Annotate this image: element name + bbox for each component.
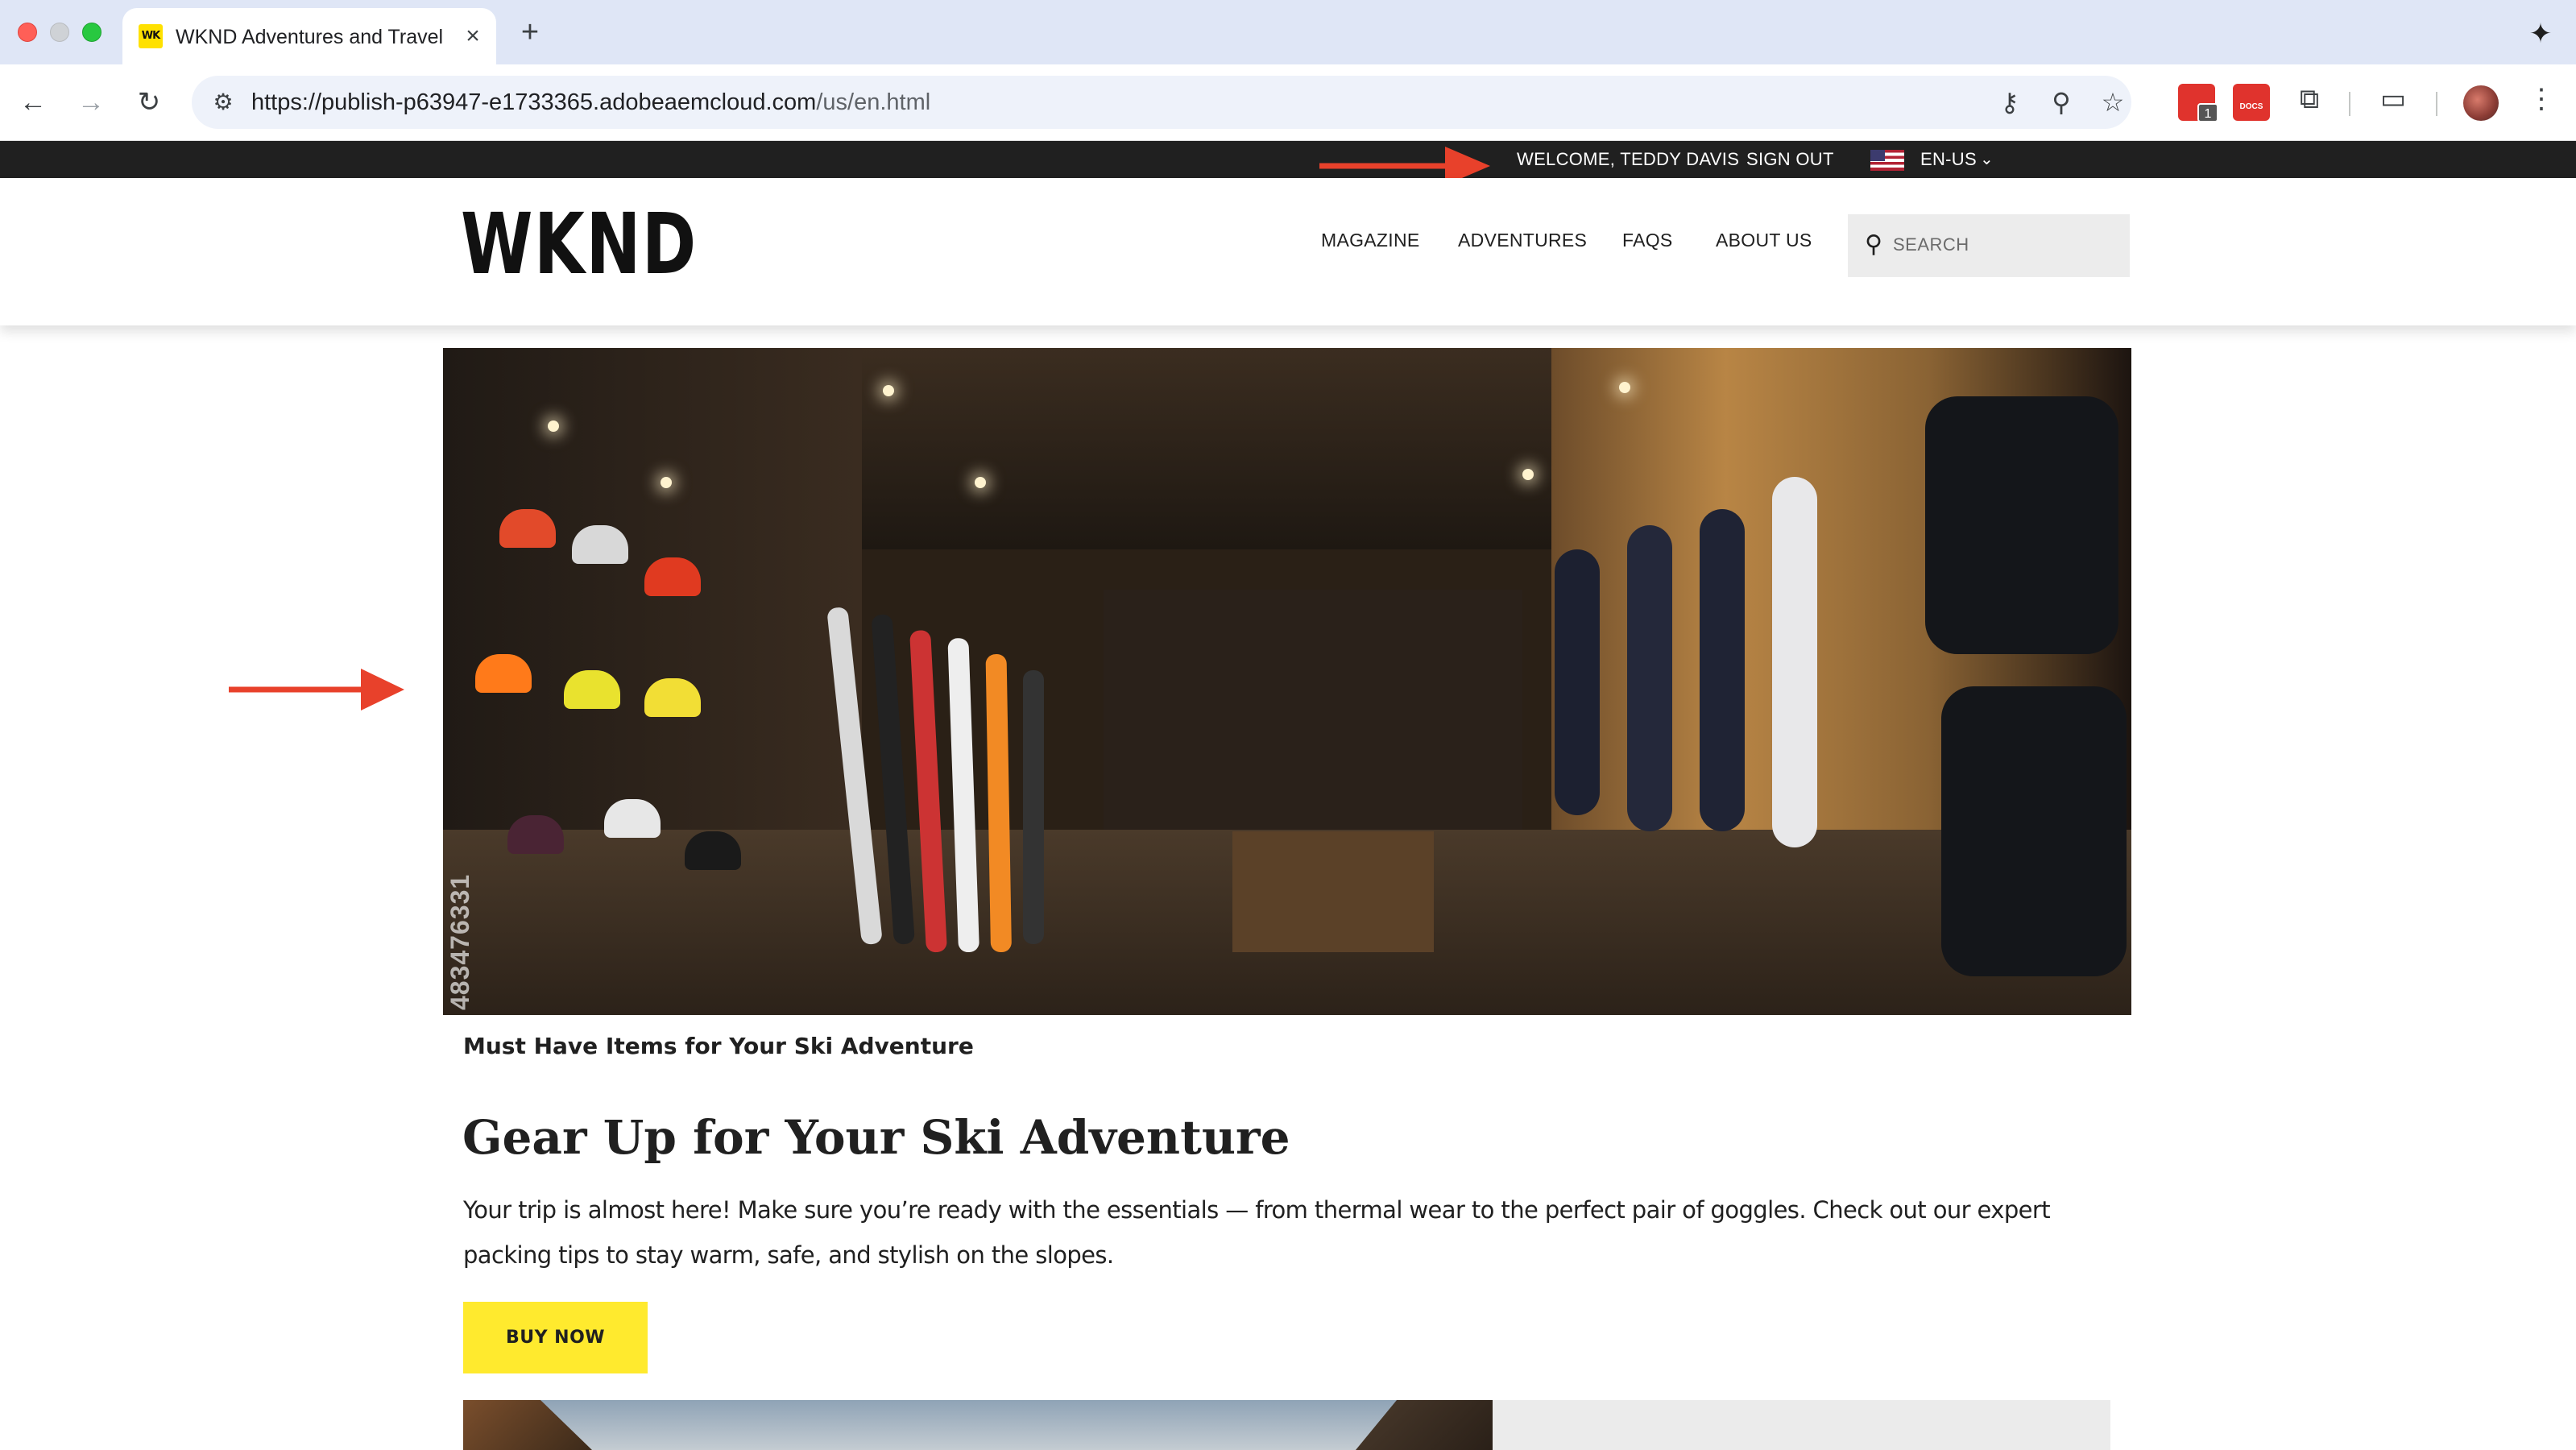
teaser-rock [463, 1400, 592, 1450]
hero-back-wall [1104, 590, 1522, 831]
search-box[interactable]: ⚲ [1848, 214, 2130, 277]
tab-title: WKND Adventures and Travel [176, 26, 444, 48]
us-flag-icon [1870, 150, 1904, 171]
welcome-user-link[interactable]: WELCOME, TEDDY DAVIS [1517, 141, 1739, 178]
hero-snowboard [1627, 525, 1672, 831]
hero-snowboard [1772, 477, 1817, 847]
hero-light [1619, 382, 1630, 393]
hero-snowboard [1700, 509, 1745, 831]
hero-helmet [604, 799, 661, 838]
article-description: Your trip is almost here! Make sure you’… [463, 1196, 2051, 1269]
nav-item-about-us[interactable]: ABOUT US [1716, 230, 1812, 251]
hero-counter [1232, 831, 1434, 952]
browser-menu-icon[interactable]: ⋮ [2521, 79, 2562, 119]
reload-icon[interactable]: ↻ [129, 82, 169, 122]
bookmark-star-icon[interactable]: ☆ [2093, 82, 2133, 122]
window-zoom-button[interactable] [82, 23, 101, 42]
hero-helmet [644, 557, 701, 596]
nav-item-magazine[interactable]: MAGAZINE [1321, 230, 1420, 251]
address-bar[interactable]: ⚙ https://publish-p63947-e1733365.adobea… [192, 76, 2131, 129]
hero-helmet [685, 831, 741, 870]
toolbar-divider [2349, 92, 2350, 116]
url-text[interactable]: https://publish-p63947-e1733365.adobeaem… [251, 89, 930, 116]
hero-stock-id: 483476331 [445, 873, 474, 1010]
hero-helmet [475, 654, 532, 693]
hero-light [1522, 469, 1534, 480]
site-header: WKND MAGAZINE ADVENTURES FAQS ABOUT US ⚲ [0, 178, 2576, 325]
gemini-sparkle-icon[interactable]: ✦ [2523, 16, 2558, 52]
hero-helmet [572, 525, 628, 564]
tab-close-icon[interactable]: × [459, 23, 487, 50]
browser-toolbar: ← → ↻ ⚙ https://publish-p63947-e1733365.… [0, 64, 2576, 141]
wknd-favicon-icon: WK [139, 24, 163, 48]
site-settings-icon[interactable]: ⚙ [203, 82, 243, 122]
search-icon: ⚲ [1865, 231, 1882, 258]
extension-docs-icon[interactable]: DOCS [2233, 84, 2270, 121]
hero-helmet [564, 670, 620, 709]
hero-backpack [1925, 396, 2118, 654]
hero-ski [985, 653, 1012, 953]
utility-bar: WELCOME, TEDDY DAVIS SIGN OUT EN-US ⌄ [0, 141, 2576, 178]
hero-ski [1023, 670, 1044, 944]
url-path: /us/en.html [816, 89, 931, 115]
toolbar-divider [2436, 92, 2437, 116]
nav-item-faqs[interactable]: FAQS [1622, 230, 1673, 251]
url-host: https://publish-p63947-e1733365.adobeaem… [251, 89, 817, 115]
extension-adobe-icon[interactable]: 1 [2178, 84, 2218, 122]
annotation-arrow-icon [229, 669, 404, 710]
hero-helmet [507, 815, 564, 854]
article-title: Gear Up for Your Ski Adventure [462, 1110, 1290, 1165]
hero-backpack [1941, 686, 2127, 976]
hero-light [883, 385, 894, 396]
back-arrow-icon[interactable]: ← [13, 82, 53, 122]
sign-out-link[interactable]: SIGN OUT [1746, 141, 1834, 178]
hero-light [548, 420, 559, 432]
teaser-image [463, 1400, 1493, 1450]
profile-avatar[interactable] [2463, 85, 2499, 121]
password-key-icon[interactable]: ⚷ [1990, 82, 2030, 122]
new-tab-button[interactable]: + [512, 14, 548, 50]
window-close-button[interactable] [18, 23, 37, 42]
teaser-rock [1356, 1400, 1493, 1450]
hero-helmet [644, 678, 701, 717]
teaser-panel [1493, 1400, 2110, 1450]
hero-image: 483476331 [443, 348, 2131, 1015]
hero-light [975, 477, 986, 488]
forward-arrow-icon[interactable]: → [71, 82, 111, 122]
extensions-puzzle-icon[interactable]: ⧉ [2289, 79, 2330, 119]
hero-light [661, 477, 672, 488]
language-selector[interactable]: EN-US [1920, 141, 1977, 178]
browser-tab-strip: WK WKND Adventures and Travel × + ✦ [0, 0, 2576, 64]
hero-caption: Must Have Items for Your Ski Adventure [463, 1033, 974, 1059]
search-input[interactable] [1893, 229, 2118, 261]
tab-search-icon[interactable]: ▭ [2373, 79, 2413, 119]
hero-helmet [499, 509, 556, 548]
window-minimize-button[interactable] [50, 23, 69, 42]
hero-snowboard [1555, 549, 1600, 815]
wknd-logo[interactable]: WKND [461, 202, 698, 286]
chevron-down-icon[interactable]: ⌄ [1980, 141, 1994, 178]
extension-badge: 1 [2197, 103, 2218, 122]
zoom-icon[interactable]: ⚲ [2041, 82, 2081, 122]
nav-item-adventures[interactable]: ADVENTURES [1458, 230, 1587, 251]
buy-now-button[interactable]: BUY NOW [463, 1302, 648, 1373]
browser-tab-active[interactable]: WK WKND Adventures and Travel × [122, 8, 496, 64]
